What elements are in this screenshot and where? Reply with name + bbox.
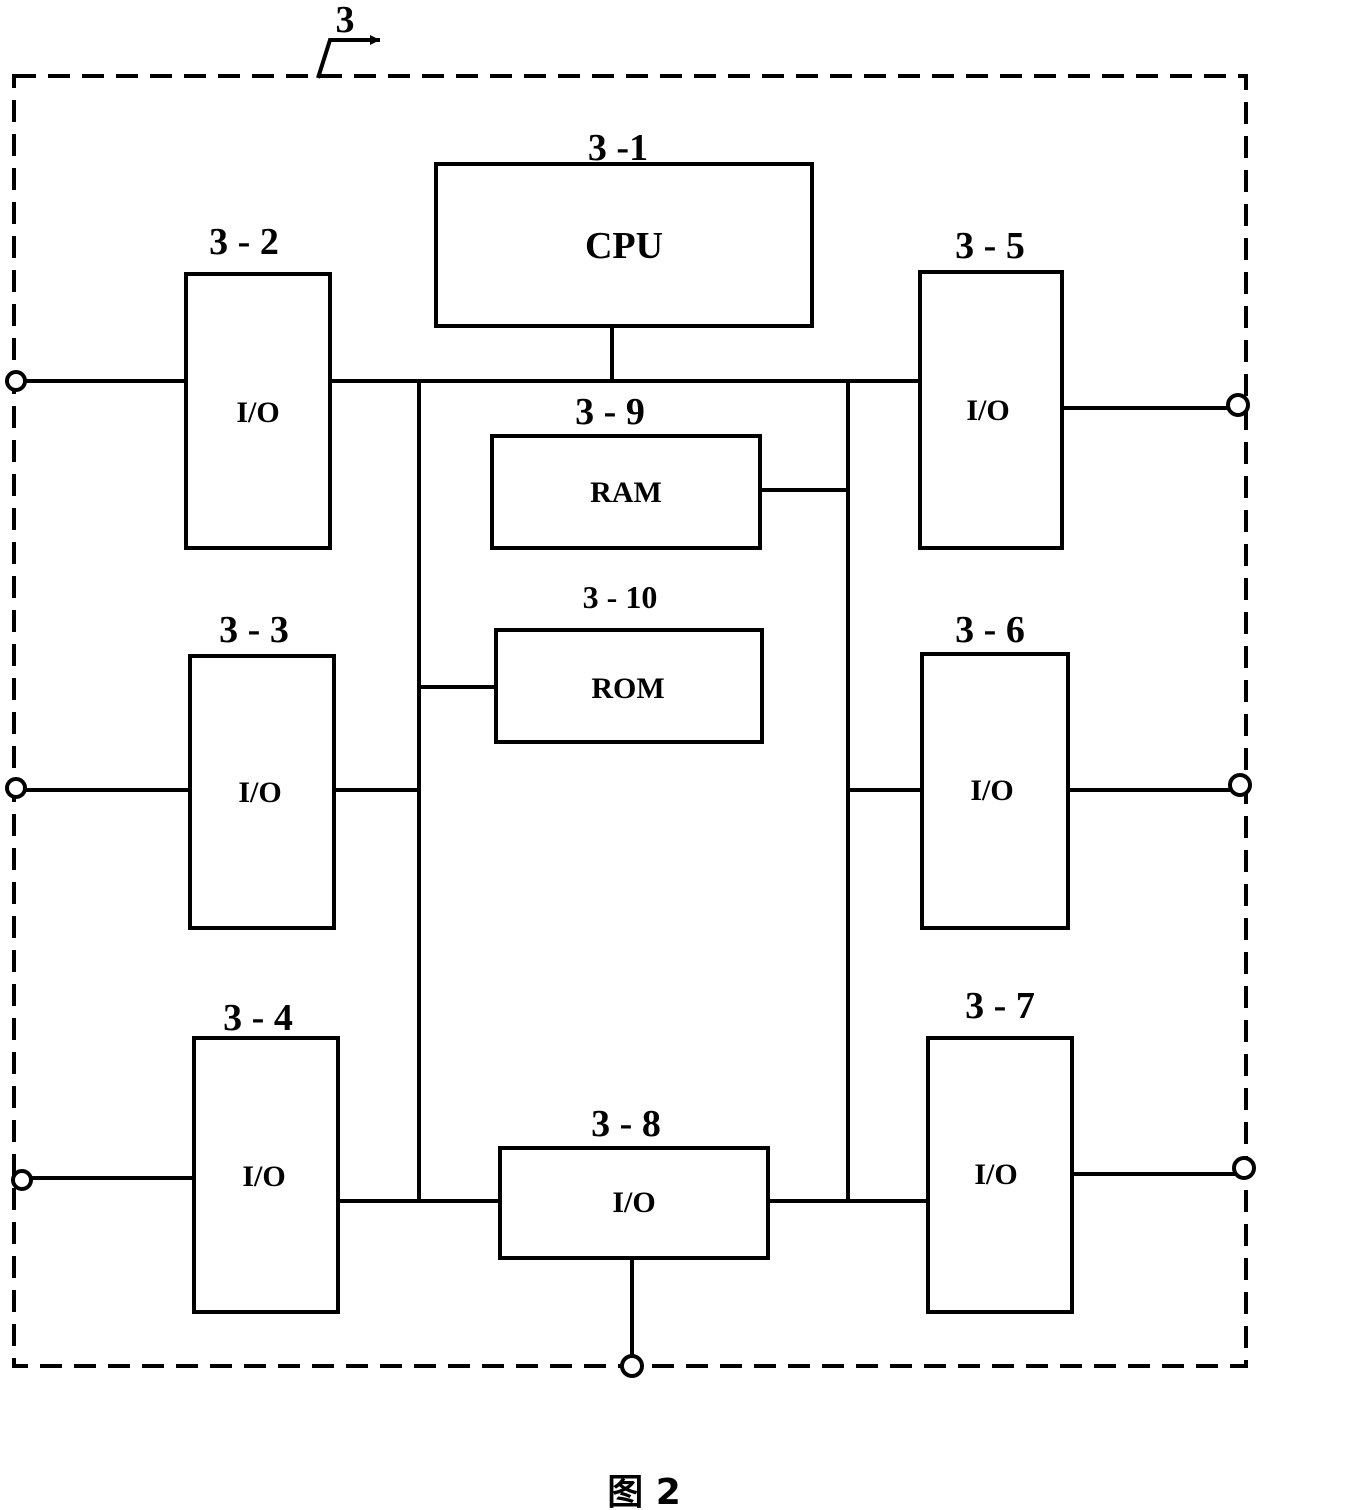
block-label: I/O [238,776,281,809]
block-label: CPU [585,225,663,267]
block-rom: 3 - 10 ROM [494,579,764,744]
block-number: 3 - 8 [591,1103,661,1145]
block-number: 3 - 10 [583,579,658,615]
terminal-3-5 [1226,393,1250,417]
block-label: I/O [242,1160,285,1193]
block-label: I/O [966,394,1009,427]
block-number: 3 -1 [588,127,648,169]
block-number: 3 - 2 [209,221,279,263]
block-label: I/O [970,774,1013,807]
block-label: RAM [590,476,662,509]
terminal-3-7 [1232,1156,1256,1180]
block-label: I/O [612,1186,655,1219]
block-label: I/O [974,1158,1017,1191]
block-io-3-6: 3 - 6 I/O [920,609,1070,930]
block-number: 3 - 5 [955,225,1025,267]
terminal-3-3 [5,777,27,799]
block-io-3-2: 3 - 2 I/O [184,221,332,550]
system-label: 3 [336,0,355,41]
terminal-3-2 [5,370,27,392]
block-number: 3 - 6 [955,609,1025,651]
block-io-3-7: 3 - 7 I/O [926,985,1074,1314]
system-leader-line [316,38,380,79]
terminal-3-4 [11,1169,33,1191]
block-io-3-8: 3 - 8 I/O [498,1103,770,1260]
block-io-3-3: 3 - 3 I/O [188,609,336,930]
block-number: 3 - 3 [219,609,289,651]
figure-caption: 图 2 [607,1472,681,1510]
block-number: 3 - 9 [575,391,645,433]
block-number: 3 - 7 [965,985,1035,1027]
block-label: I/O [236,396,279,429]
block-ram: 3 - 9 RAM [490,391,762,550]
leader-arrow-icon [370,35,380,45]
terminal-3-6 [1228,773,1252,797]
terminal-3-8 [620,1354,644,1378]
block-label: ROM [591,672,664,705]
block-diagram: 3 3 -1 CPU 3 - 2 I/O 3 - 3 I/O 3 - 4 I/O [5,0,1256,1510]
block-number: 3 - 4 [223,997,293,1039]
block-cpu: 3 -1 CPU [434,127,814,328]
block-io-3-5: 3 - 5 I/O [918,225,1064,550]
block-io-3-4: 3 - 4 I/O [192,997,340,1314]
